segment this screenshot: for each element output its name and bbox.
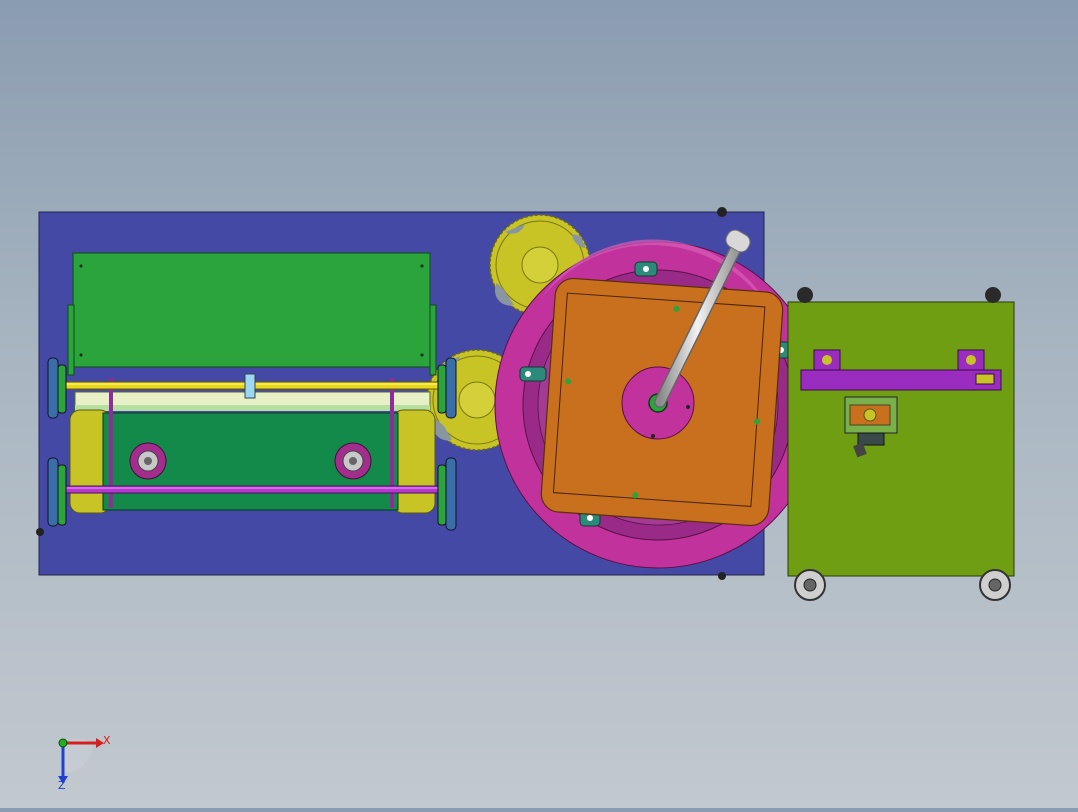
green-cover-panel[interactable]: [72, 252, 431, 368]
panel-screw: [79, 264, 83, 268]
lower-shaft[interactable]: [51, 485, 453, 494]
xyz-triad-icon: X Z: [58, 734, 111, 792]
hub-bolt: [686, 405, 690, 409]
end-roller-right[interactable]: [392, 409, 436, 514]
base-foot: [717, 207, 727, 217]
panel-screw: [420, 353, 424, 357]
cad-model-view[interactable]: X Z: [0, 0, 1078, 808]
side-plate: [429, 304, 437, 376]
caster-wheel-icon: [979, 569, 1011, 601]
cad-viewport[interactable]: X Z: [0, 0, 1078, 808]
base-foot: [718, 572, 726, 580]
base-foot: [36, 528, 44, 536]
cart-top-knob: [797, 287, 813, 303]
panel-screw: [79, 353, 83, 357]
sensor-block: [244, 373, 256, 399]
conveyor-edge: [75, 405, 430, 411]
panel-screw: [420, 264, 424, 268]
hub-bolt: [651, 434, 655, 438]
caster-wheel-icon: [794, 569, 826, 601]
clamp-finger[interactable]: [519, 366, 547, 382]
drum-bearing: [334, 442, 372, 480]
axis-x-label: X: [103, 734, 111, 747]
clamp-finger[interactable]: [634, 261, 658, 277]
drum-bearing: [129, 442, 167, 480]
side-plate: [67, 304, 75, 376]
axis-z-label: Z: [58, 779, 66, 792]
cart-body[interactable]: [787, 301, 1015, 577]
cart-top-knob: [985, 287, 1001, 303]
